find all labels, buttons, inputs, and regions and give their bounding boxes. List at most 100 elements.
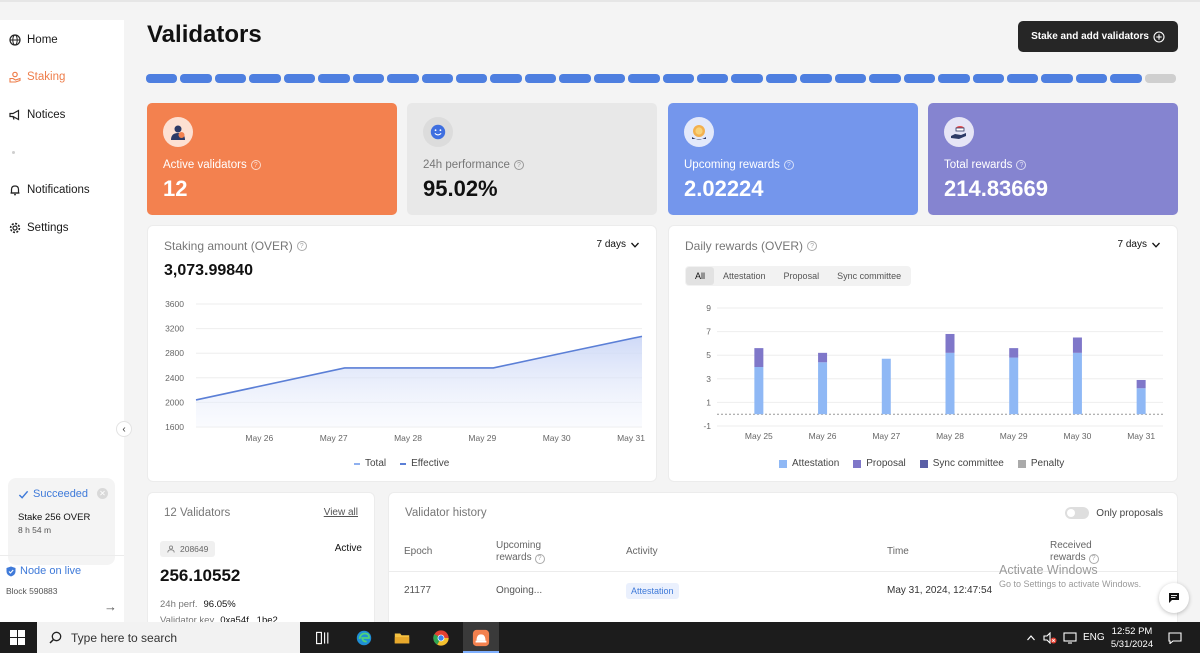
bar-attestation bbox=[945, 352, 955, 415]
validators-count: 12 Validators bbox=[164, 507, 231, 519]
only-proposals-toggle[interactable]: Only proposals bbox=[1065, 507, 1163, 519]
help-icon[interactable]: ? bbox=[534, 554, 545, 564]
daily-rewards-bar-chart: 9 7 5 3 1 -1 May 25 May 26 May 27 May 28 May 29 May… bbox=[703, 303, 1163, 441]
tab-attestation[interactable]: Attestation bbox=[714, 267, 775, 285]
progress-segment bbox=[1144, 74, 1177, 83]
x-tick-label: May 29 bbox=[1000, 431, 1028, 441]
chevron-left-icon: ‹ bbox=[122, 423, 126, 435]
legend-label: Penalty bbox=[1030, 458, 1065, 469]
y-tick-label: 3200 bbox=[165, 324, 184, 334]
col-time: Time bbox=[887, 546, 909, 557]
coin-icon bbox=[684, 117, 714, 147]
col-label: Received rewards bbox=[1050, 540, 1092, 563]
validator-balance: 256.10552 bbox=[160, 566, 241, 585]
sidebar-item-settings[interactable]: Settings bbox=[0, 210, 124, 246]
network-icon[interactable] bbox=[1063, 622, 1077, 653]
collapse-sidebar-button[interactable]: ‹ bbox=[116, 421, 132, 437]
stake-add-validators-button[interactable]: Stake and add validators bbox=[1018, 21, 1178, 52]
period-dropdown[interactable]: 7 days bbox=[1118, 239, 1161, 250]
check-icon bbox=[18, 490, 29, 499]
view-all-link[interactable]: View all bbox=[324, 507, 358, 518]
progress-segment bbox=[1110, 74, 1142, 83]
legend-effective[interactable]: Effective bbox=[400, 458, 449, 469]
help-icon[interactable]: ? bbox=[783, 160, 794, 170]
legend-swatch bbox=[919, 459, 928, 468]
help-icon[interactable]: ? bbox=[807, 241, 818, 251]
chart-legend: Attestation Proposal Sync committee Pena… bbox=[779, 458, 1064, 469]
sidebar: Home Staking Notices Notifications Setti… bbox=[0, 20, 124, 622]
legend-sync-committee[interactable]: Sync committee bbox=[919, 458, 1004, 469]
legend-proposal[interactable]: Proposal bbox=[853, 458, 906, 469]
y-tick-label: -1 bbox=[703, 421, 711, 431]
x-tick-label: May 29 bbox=[468, 433, 496, 443]
help-icon[interactable]: ? bbox=[513, 160, 524, 170]
progress-segment bbox=[455, 74, 488, 83]
sidebar-item-home[interactable]: Home bbox=[0, 22, 124, 58]
close-icon[interactable]: ✕ bbox=[97, 488, 108, 499]
bar-proposal bbox=[818, 352, 828, 363]
help-icon[interactable]: ? bbox=[1016, 160, 1027, 170]
taskbar-search[interactable]: Type here to search bbox=[37, 622, 300, 653]
row-epoch: 21177 bbox=[404, 585, 432, 596]
stat-value: 95.02% bbox=[423, 176, 498, 201]
legend-attestation[interactable]: Attestation bbox=[779, 458, 839, 469]
chat-button[interactable] bbox=[1159, 583, 1189, 613]
notification-center-icon[interactable] bbox=[1168, 622, 1182, 653]
user-icon bbox=[167, 545, 175, 553]
sidebar-item-notices[interactable]: Notices bbox=[0, 97, 124, 133]
legend-swatch bbox=[1017, 459, 1026, 468]
sidebar-item-notifications[interactable]: Notifications bbox=[0, 172, 124, 208]
toggle-switch[interactable] bbox=[1065, 507, 1090, 519]
x-tick-label: May 31 bbox=[617, 433, 645, 443]
legend-label: Attestation bbox=[792, 458, 840, 469]
stat-card-total-rewards: Total rewards? 214.83669 bbox=[928, 103, 1178, 215]
col-activity: Activity bbox=[626, 546, 658, 557]
file-explorer-icon[interactable] bbox=[392, 628, 412, 648]
x-tick-label: May 28 bbox=[394, 433, 422, 443]
bar-proposal bbox=[1136, 379, 1146, 389]
taskbar-clock[interactable]: 12:52 PM 5/31/2024 bbox=[1100, 625, 1164, 651]
legend-penalty[interactable]: Penalty bbox=[1017, 458, 1065, 469]
hand-coin-icon bbox=[944, 117, 974, 147]
tab-all[interactable]: All bbox=[686, 267, 715, 285]
stat-card-upcoming-rewards: Upcoming rewards? 2.02224 bbox=[668, 103, 918, 215]
task-view-icon[interactable] bbox=[313, 628, 333, 648]
stat-value: 12 bbox=[163, 176, 188, 201]
staking-icon bbox=[9, 71, 21, 83]
sidebar-item-label: Home bbox=[27, 34, 58, 46]
bar-attestation bbox=[1009, 357, 1019, 415]
legend-total[interactable]: Total bbox=[354, 458, 386, 469]
speaker-muted-icon[interactable] bbox=[1043, 622, 1057, 653]
help-icon[interactable]: ? bbox=[250, 160, 261, 170]
sidebar-item-staking[interactable]: Staking bbox=[0, 59, 124, 95]
sidebar-divider bbox=[0, 555, 124, 556]
search-icon bbox=[49, 631, 62, 644]
logout-arrow-icon[interactable]: → bbox=[104, 599, 117, 614]
bar-proposal bbox=[945, 333, 955, 353]
period-label: 7 days bbox=[596, 239, 626, 250]
card-title-text: Daily rewards (OVER) bbox=[685, 239, 804, 253]
app-icon[interactable] bbox=[471, 628, 491, 648]
period-dropdown[interactable]: 7 days bbox=[597, 239, 640, 250]
y-tick-label: 1600 bbox=[165, 422, 184, 432]
tray-chevron-up-icon[interactable] bbox=[1026, 622, 1036, 653]
tab-proposal[interactable]: Proposal bbox=[775, 267, 829, 285]
x-tick-label: May 25 bbox=[745, 431, 773, 441]
chrome-icon[interactable] bbox=[431, 628, 451, 648]
legend-label: Sync committee bbox=[932, 458, 1004, 469]
success-toast: Succeeded ✕ Stake 256 OVER 8 h 54 m bbox=[8, 478, 115, 565]
help-icon[interactable]: ? bbox=[296, 241, 307, 251]
stat-value: 214.83669 bbox=[944, 176, 1048, 201]
watermark-line1: Activate Windows bbox=[999, 563, 1098, 577]
edge-icon[interactable] bbox=[354, 628, 374, 648]
y-tick-label: 9 bbox=[706, 303, 711, 313]
validator-history-card: Validator history Only proposals Epoch U… bbox=[388, 492, 1178, 632]
progress-segment bbox=[869, 74, 901, 83]
y-tick-label: 7 bbox=[706, 327, 711, 337]
staking-line-chart: 3600 3200 2800 2400 2000 1600 May 26 May 27 May … bbox=[165, 299, 645, 443]
search-placeholder: Type here to search bbox=[71, 630, 178, 645]
windows-start-icon[interactable] bbox=[10, 630, 25, 645]
tab-sync-committee[interactable]: Sync committee bbox=[828, 267, 910, 285]
page-title: Validators bbox=[147, 21, 262, 48]
node-status-label: Node on live bbox=[20, 565, 82, 577]
